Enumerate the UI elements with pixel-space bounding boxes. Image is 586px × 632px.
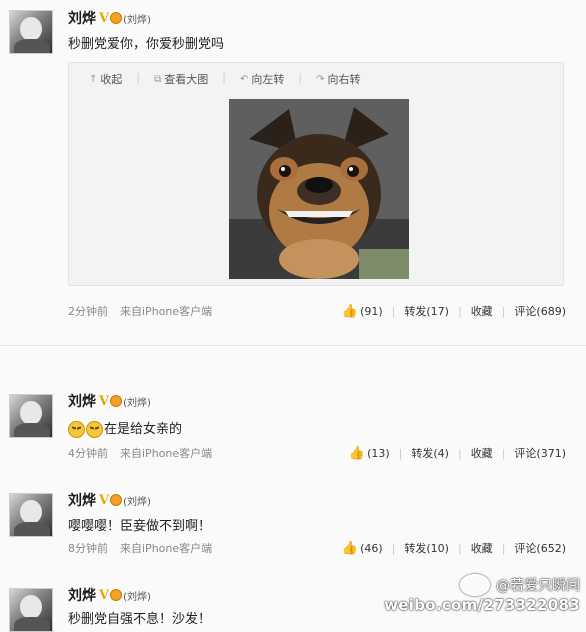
like-count: (13)	[367, 446, 390, 460]
thumb-up-icon: 👍	[341, 540, 359, 556]
comment-button[interactable]: 评论(652)	[514, 540, 566, 556]
like-button[interactable]: 👍 (91)	[342, 304, 383, 319]
author-name[interactable]: 刘烨	[68, 8, 96, 28]
post-source[interactable]: 来自iPhone客户端	[120, 540, 212, 556]
collapse-label: 收起	[100, 73, 123, 86]
post-text: 秒删党自强不息！沙发！	[68, 612, 212, 627]
author-name[interactable]: 刘烨	[68, 585, 96, 605]
collapse-icon: ↑	[89, 73, 98, 85]
dog-illustration	[229, 99, 409, 279]
repost-button[interactable]: 转发(10)	[404, 540, 449, 556]
comment-button[interactable]: 评论(689)	[514, 303, 566, 319]
rotate-right-button[interactable]: ↷ 向右转	[316, 71, 360, 87]
post-source[interactable]: 来自iPhone客户端	[120, 303, 212, 319]
v-badge-icon: V	[99, 10, 110, 26]
post-actions: 👍 (91) | 转发(17) | 收藏 | 评论(689)	[341, 303, 566, 319]
post-time[interactable]: 4分钟前	[68, 445, 108, 461]
author-line: 刘烨 V (刘烨)	[68, 8, 151, 28]
medal-icon	[110, 494, 123, 506]
repost-button[interactable]: 转发(4)	[411, 445, 449, 461]
zoom-icon: ⧉	[154, 73, 162, 85]
post-time[interactable]: 8分钟前	[68, 540, 108, 556]
weibo-watermark: @若爱只瞬间 weibo.com/273322083	[384, 574, 580, 614]
favorite-button[interactable]: 收藏	[471, 540, 493, 556]
rotate-left-button[interactable]: ↶ 向左转	[240, 71, 284, 87]
weibo-logo-icon	[460, 574, 490, 596]
dog-photo[interactable]	[229, 99, 409, 279]
post-text-content: 在是给女亲的	[104, 422, 183, 437]
favorite-button[interactable]: 收藏	[471, 445, 493, 461]
post-meta: 8分钟前 来自iPhone客户端	[68, 540, 212, 556]
avatar[interactable]	[9, 588, 53, 632]
view-large-button[interactable]: ⧉ 查看大图	[154, 71, 208, 87]
post-meta: 2分钟前 来自iPhone客户端	[68, 303, 212, 319]
like-count: (46)	[360, 541, 383, 555]
repost-button[interactable]: 转发(17)	[404, 303, 449, 319]
post-meta: 4分钟前 来自iPhone客户端	[68, 445, 212, 461]
thumb-up-icon: 👍	[341, 303, 359, 319]
medal-icon	[110, 12, 123, 24]
post-actions: 👍 (46) | 转发(10) | 收藏 | 评论(652)	[341, 540, 566, 556]
author-alias: (刘烨)	[123, 496, 151, 508]
post-text: 在是给女亲的	[68, 418, 182, 438]
rotate-left-icon: ↶	[239, 73, 249, 85]
angry-emoji-icon	[86, 421, 103, 438]
like-count: (91)	[360, 304, 383, 318]
post-time[interactable]: 2分钟前	[68, 303, 108, 319]
watermark-handle: @若爱只瞬间	[496, 578, 580, 594]
v-badge-icon: V	[99, 393, 110, 409]
rotate-left-label: 向左转	[251, 73, 285, 86]
rotate-right-icon: ↷	[316, 73, 325, 85]
author-name[interactable]: 刘烨	[68, 391, 96, 411]
post-text: 嘤嘤嘤！臣妾做不到啊！	[68, 519, 212, 534]
author-line: 刘烨 V (刘烨)	[68, 490, 151, 510]
author-line: 刘烨 V (刘烨)	[68, 585, 151, 605]
post-source[interactable]: 来自iPhone客户端	[120, 445, 212, 461]
media-toolbar: ↑ 收起 | ⧉ 查看大图 | ↶ 向左转 | ↷ 向右转	[89, 71, 361, 87]
feed-divider	[0, 345, 586, 346]
v-badge-icon: V	[99, 587, 110, 603]
like-button[interactable]: 👍 (13)	[349, 446, 390, 461]
thumb-up-icon: 👍	[348, 445, 366, 461]
view-large-label: 查看大图	[164, 73, 209, 86]
medal-icon	[110, 395, 123, 407]
like-button[interactable]: 👍 (46)	[342, 541, 383, 556]
avatar[interactable]	[9, 493, 53, 537]
avatar[interactable]	[9, 10, 53, 54]
rotate-right-label: 向右转	[327, 73, 361, 86]
collapse-button[interactable]: ↑ 收起	[89, 71, 122, 87]
medal-icon	[110, 589, 123, 601]
watermark-url: weibo.com/273322083	[384, 596, 580, 614]
author-alias: (刘烨)	[123, 14, 151, 26]
author-alias: (刘烨)	[123, 591, 151, 603]
comment-button[interactable]: 评论(371)	[514, 445, 566, 461]
avatar[interactable]	[9, 394, 53, 438]
post-actions: 👍 (13) | 转发(4) | 收藏 | 评论(371)	[348, 445, 566, 461]
favorite-button[interactable]: 收藏	[471, 303, 493, 319]
v-badge-icon: V	[99, 492, 110, 508]
angry-emoji-icon	[68, 421, 85, 438]
author-name[interactable]: 刘烨	[68, 490, 96, 510]
media-box: ↑ 收起 | ⧉ 查看大图 | ↶ 向左转 | ↷ 向右转	[68, 62, 564, 286]
watermark-handle-line: @若爱只瞬间	[384, 574, 580, 596]
post-text: 秒删党爱你，你爱秒删党吗	[68, 37, 225, 52]
author-line: 刘烨 V (刘烨)	[68, 391, 151, 411]
author-alias: (刘烨)	[123, 397, 151, 409]
